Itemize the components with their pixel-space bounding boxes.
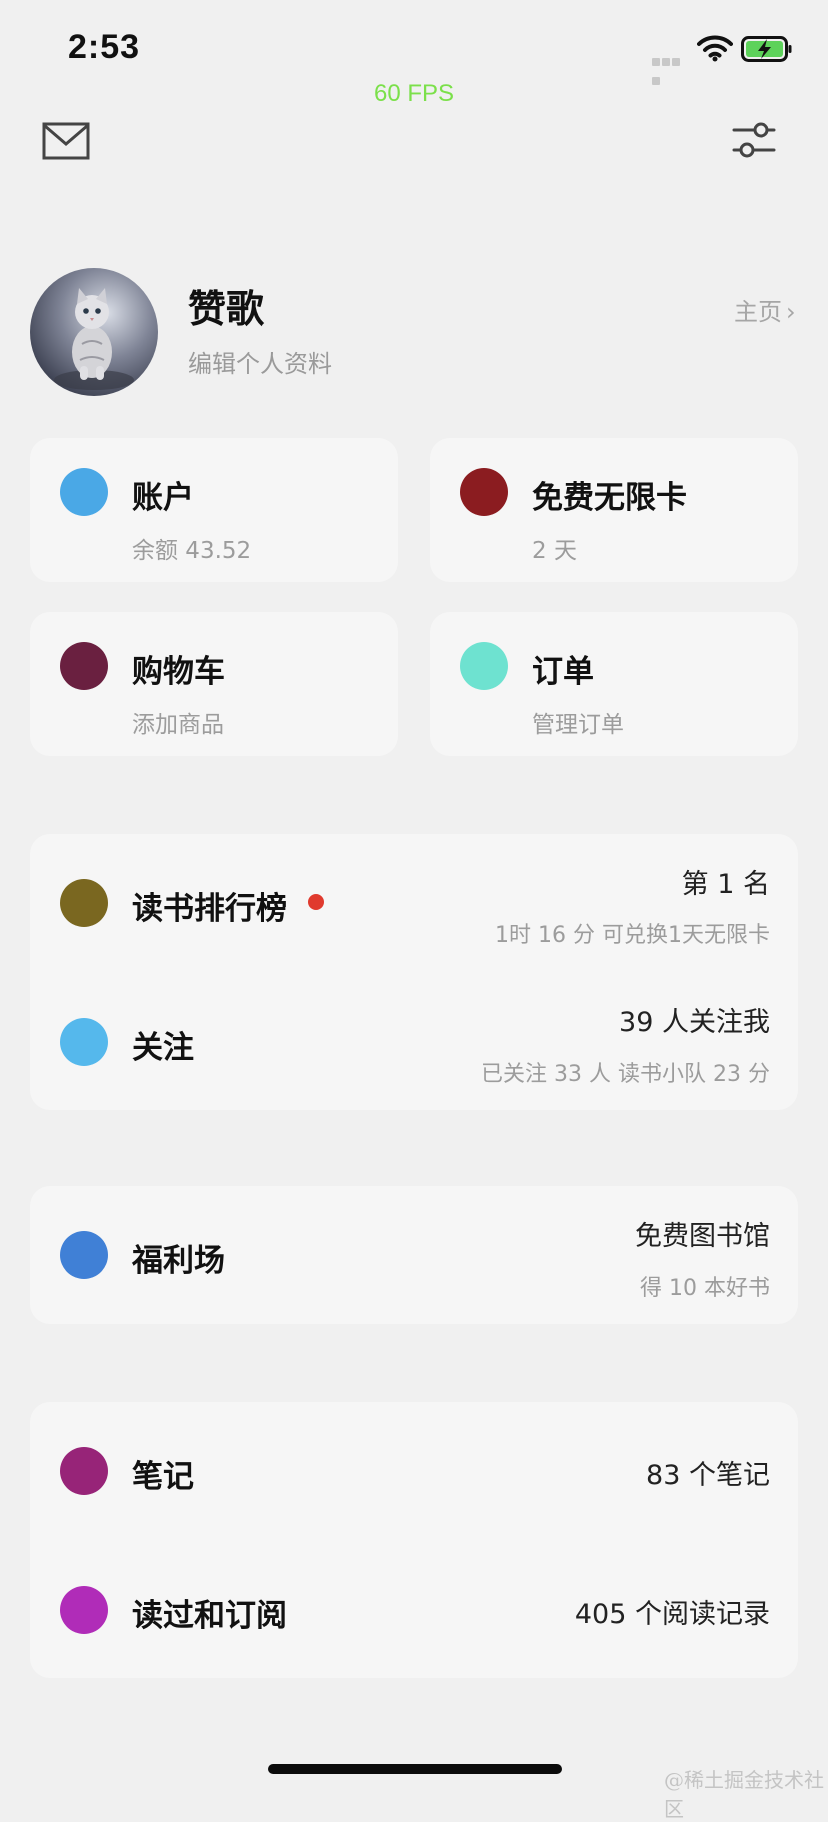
welfare-title: 福利场: [132, 1243, 225, 1279]
ranking-detail: 1时 16 分 可兑换1天无限卡: [495, 923, 770, 948]
followers-count: 39 人关注我: [619, 1007, 770, 1038]
orders-title: 订单: [532, 654, 594, 690]
edit-profile-link[interactable]: 编辑个人资料: [188, 344, 332, 379]
shopping-cart-subtitle: 添加商品: [132, 712, 224, 738]
follow-title: 关注: [132, 1030, 194, 1066]
orders-card[interactable]: 订单 管理订单: [430, 612, 798, 756]
read-subscribed-title: 读过和订阅: [132, 1598, 287, 1634]
home-link-label: 主页: [734, 298, 782, 326]
notes-row[interactable]: 笔记 83 个笔记: [30, 1402, 798, 1540]
account-balance: 余额 43.52: [132, 538, 252, 564]
free-books-detail: 得 10 本好书: [640, 1276, 770, 1301]
fps-counter: 60 FPS: [373, 80, 455, 107]
home-page-link[interactable]: 主页 ›: [734, 292, 796, 327]
mail-icon[interactable]: [42, 122, 90, 160]
notes-history-group: 笔记 83 个笔记 读过和订阅 405 个阅读记录: [30, 1402, 798, 1678]
reading-ranking-icon: [60, 879, 108, 927]
unlimited-card-icon: [460, 468, 508, 516]
notes-count: 83 个笔记: [646, 1460, 770, 1491]
notes-title: 笔记: [132, 1459, 194, 1495]
unlimited-card-days: 2 天: [532, 538, 577, 564]
ranking-position: 第 1 名: [681, 869, 770, 900]
cat-avatar-image: [30, 268, 158, 396]
welfare-icon: [60, 1231, 108, 1279]
reading-ranking-row[interactable]: 读书排行榜 第 1 名 1时 16 分 可兑换1天无限卡: [30, 834, 798, 972]
read-and-subscribed-row[interactable]: 读过和订阅 405 个阅读记录: [30, 1540, 798, 1678]
read-subscribed-icon: [60, 1586, 108, 1634]
settings-sliders-icon[interactable]: [732, 118, 776, 162]
shopping-cart-card[interactable]: 购物车 添加商品: [30, 612, 398, 756]
shopping-cart-icon: [60, 642, 108, 690]
free-unlimited-card[interactable]: 免费无限卡 2 天: [430, 438, 798, 582]
shopping-cart-title: 购物车: [132, 654, 225, 690]
home-indicator[interactable]: [268, 1764, 562, 1774]
reading-ranking-title: 读书排行榜: [132, 891, 287, 927]
orders-subtitle: 管理订单: [532, 712, 624, 738]
reading-social-group: 读书排行榜 第 1 名 1时 16 分 可兑换1天无限卡 关注 39 人关注我 …: [30, 834, 798, 1110]
avatar[interactable]: [30, 268, 158, 396]
unlimited-card-title: 免费无限卡: [532, 480, 687, 516]
welfare-row[interactable]: 福利场 免费图书馆 得 10 本好书: [30, 1186, 798, 1324]
account-title: 账户: [132, 480, 194, 516]
status-time: 2:53: [68, 28, 141, 66]
cellular-signal-icon: [652, 51, 690, 85]
follow-icon: [60, 1018, 108, 1066]
watermark: @稀土掘金技术社区: [664, 1768, 824, 1821]
notes-icon: [60, 1447, 108, 1495]
battery-charging-icon: [741, 36, 792, 62]
orders-icon: [460, 642, 508, 690]
welfare-group: 福利场 免费图书馆 得 10 本好书: [30, 1186, 798, 1324]
new-badge-dot: [308, 894, 324, 910]
chevron-right-icon: ›: [786, 298, 796, 326]
account-card[interactable]: 账户 余额 43.52: [30, 438, 398, 582]
account-icon: [60, 468, 108, 516]
wifi-icon: [697, 35, 733, 62]
profile-name[interactable]: 赞歌: [188, 278, 264, 333]
free-library-label: 免费图书馆: [635, 1221, 770, 1252]
following-detail: 已关注 33 人 读书小队 23 分: [481, 1062, 770, 1087]
reading-records-count: 405 个阅读记录: [574, 1599, 770, 1630]
follow-row[interactable]: 关注 39 人关注我 已关注 33 人 读书小队 23 分: [30, 972, 798, 1110]
